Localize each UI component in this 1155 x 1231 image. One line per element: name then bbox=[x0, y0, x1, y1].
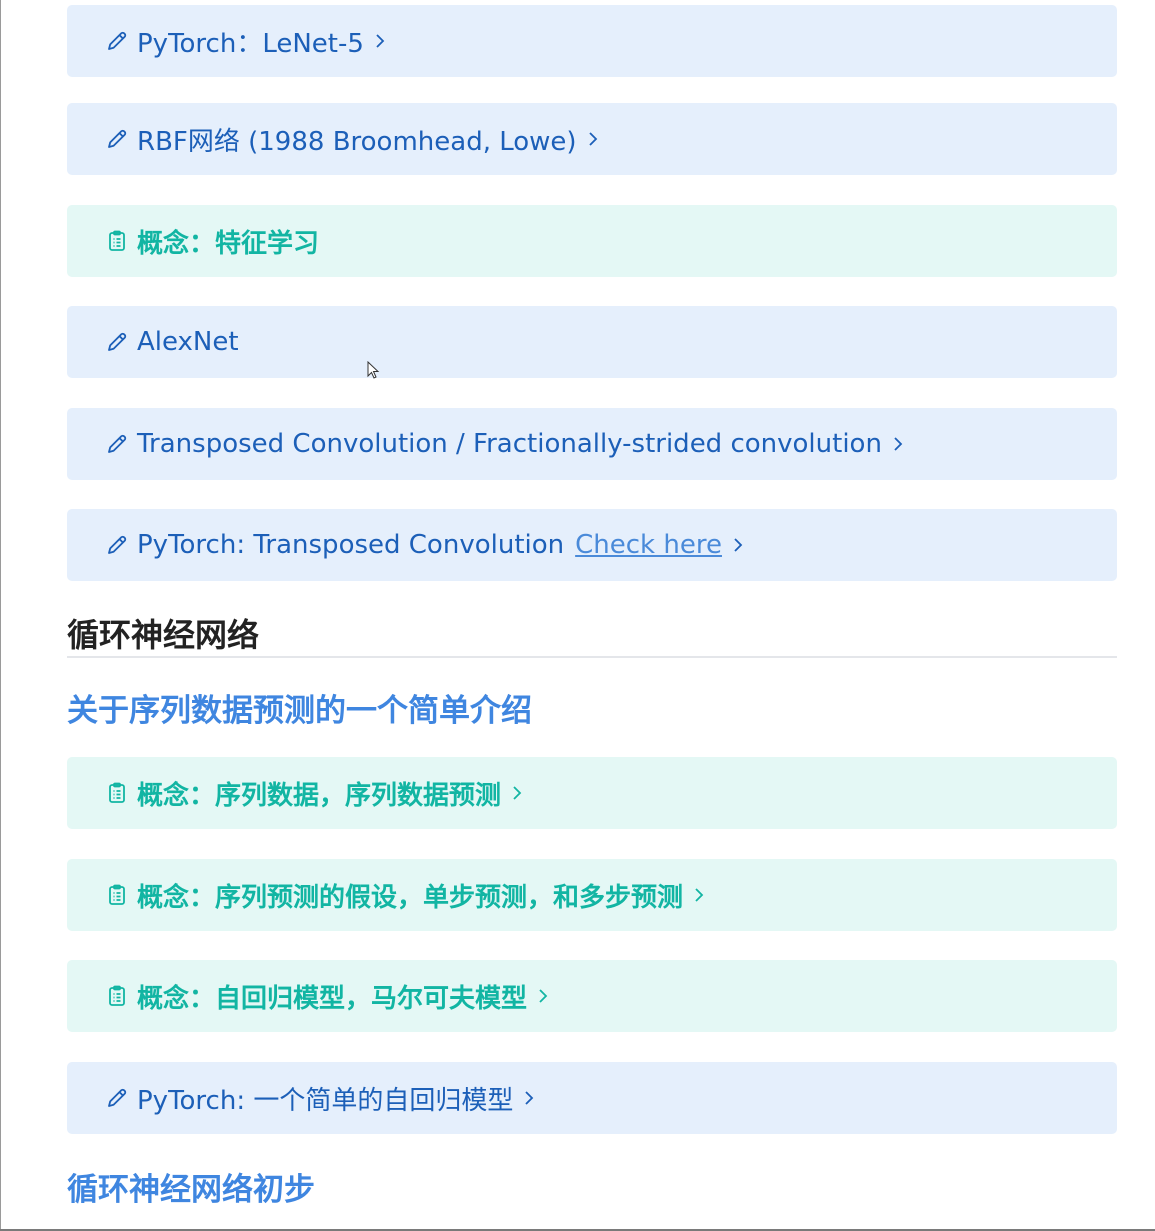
clipboard-icon bbox=[103, 779, 131, 807]
window-left-border bbox=[0, 0, 1, 1231]
chevron-right-icon bbox=[732, 535, 748, 555]
card-label: 概念：自回归模型，马尔可夫模型 bbox=[137, 983, 528, 1014]
chevron-right-icon bbox=[892, 434, 908, 454]
card-pytorch-lenet5[interactable]: PyTorch：LeNet-5 bbox=[67, 5, 1117, 77]
chevron-right-icon bbox=[693, 885, 709, 905]
mouse-cursor-icon bbox=[367, 361, 380, 379]
card-concept-autoregressive-markov[interactable]: 概念：自回归模型，马尔可夫模型 bbox=[67, 960, 1117, 1032]
card-label: PyTorch: 一个简单的自回归模型 bbox=[137, 1085, 514, 1116]
pencil-icon bbox=[103, 531, 131, 559]
chevron-right-icon bbox=[537, 986, 553, 1006]
clipboard-icon bbox=[103, 881, 131, 909]
card-label: RBF网络 (1988 Broomhead, Lowe) bbox=[137, 126, 577, 157]
card-alexnet[interactable]: AlexNet bbox=[67, 306, 1117, 378]
chevron-right-icon bbox=[374, 31, 390, 51]
chevron-right-icon bbox=[587, 129, 603, 149]
clipboard-icon bbox=[103, 227, 131, 255]
chevron-right-icon bbox=[511, 783, 527, 803]
card-label: Transposed Convolution / Fractionally-st… bbox=[137, 429, 882, 459]
card-rbf-network[interactable]: RBF网络 (1988 Broomhead, Lowe) bbox=[67, 103, 1117, 175]
card-concept-sequence-assumptions[interactable]: 概念：序列预测的假设，单步预测，和多步预测 bbox=[67, 859, 1117, 931]
subsection-sequence-prediction-intro[interactable]: 关于序列数据预测的一个简单介绍 bbox=[67, 685, 532, 730]
subsection-rnn-basics[interactable]: 循环神经网络初步 bbox=[67, 1164, 315, 1209]
section-title-rnn: 循环神经网络 bbox=[67, 610, 1117, 658]
card-label: AlexNet bbox=[137, 327, 239, 357]
card-label: 概念：序列数据，序列数据预测 bbox=[137, 780, 502, 811]
card-pytorch-transposed-convolution[interactable]: PyTorch: Transposed Convolution Check he… bbox=[67, 509, 1117, 581]
check-here-link[interactable]: Check here bbox=[575, 530, 722, 560]
card-label: PyTorch: Transposed Convolution bbox=[137, 530, 565, 560]
card-label: PyTorch：LeNet-5 bbox=[137, 28, 364, 59]
pencil-icon bbox=[103, 27, 131, 55]
card-concept-sequence-data[interactable]: 概念：序列数据，序列数据预测 bbox=[67, 757, 1117, 829]
card-transposed-convolution[interactable]: Transposed Convolution / Fractionally-st… bbox=[67, 408, 1117, 480]
pencil-icon bbox=[103, 328, 131, 356]
card-label: 概念：特征学习 bbox=[137, 228, 320, 259]
card-label: 概念：序列预测的假设，单步预测，和多步预测 bbox=[137, 882, 684, 913]
pencil-icon bbox=[103, 125, 131, 153]
pencil-icon bbox=[103, 1084, 131, 1112]
chevron-right-icon bbox=[523, 1088, 539, 1108]
pencil-icon bbox=[103, 430, 131, 458]
card-concept-feature-learning[interactable]: 概念：特征学习 bbox=[67, 205, 1117, 277]
clipboard-icon bbox=[103, 982, 131, 1010]
card-pytorch-autoregressive-model[interactable]: PyTorch: 一个简单的自回归模型 bbox=[67, 1062, 1117, 1134]
